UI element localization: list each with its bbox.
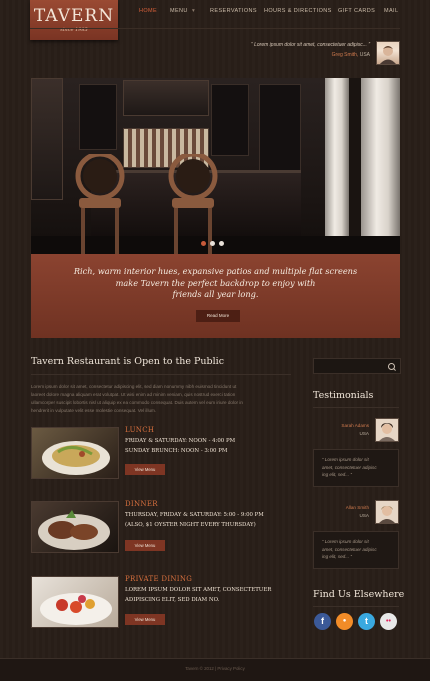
brand-name: TAVERN (33, 6, 115, 26)
footer: Tavern © 2012 | Privacy Policy (0, 658, 430, 681)
nav-mail[interactable]: MAIL (384, 8, 398, 14)
card-line: SUNDAY BRUNCH: NOON - 3:00 PM (125, 448, 228, 454)
header-testimonial-quote: “ Lorem ipsum dolor sit amet, consectetu… (251, 42, 370, 48)
testimonial-quote: “ Lorem ipsum dolor sit amet, consectetue… (313, 449, 399, 487)
hero-caption: Rich, warm interior hues, expansive pati… (31, 254, 400, 338)
sidebar-divider (313, 407, 399, 408)
slider-pagination (201, 241, 231, 249)
lunch-image (31, 427, 119, 479)
header-testimonial-author: Greg Smith, USA (331, 52, 370, 58)
private-dining-image (31, 576, 119, 628)
flickr-icon[interactable]: •• (380, 613, 397, 630)
card-heading: DINNER (125, 500, 158, 508)
card-heading: PRIVATE DINING (125, 575, 193, 583)
view-menu-button[interactable]: View Menu (125, 540, 165, 551)
nav-gift-cards[interactable]: GIFT CARDS (338, 8, 375, 14)
twitter-icon[interactable]: t (358, 613, 375, 630)
card-line: LOREM IPSUM DOLOR SIT AMET, CONSECTETUER (125, 587, 272, 593)
card-line: ADIPISCING ELIT, SED DIAM NO. (125, 597, 220, 603)
avatar (375, 418, 399, 442)
main-nav: HOME MENU ▾ RESERVATIONS HOURS & DIRECTI… (132, 8, 422, 22)
slider-dot[interactable] (219, 241, 224, 246)
testimonial-quote: “ Lorem ipsum dolor sit amet, consectetue… (313, 531, 399, 569)
hero-image (31, 78, 400, 254)
card-line: THURSDAY, FRIDAY & SATURDAY: 5:00 - 9:00… (125, 512, 264, 518)
testimonial-location: USA (359, 431, 369, 436)
rss-icon[interactable]: ● (336, 613, 353, 630)
avatar (375, 500, 399, 524)
nav-reservations[interactable]: RESERVATIONS (210, 8, 257, 14)
view-menu-button[interactable]: View Menu (125, 614, 165, 625)
sidebar-divider (313, 606, 399, 607)
footer-text: Tavern © 2012 | Privacy Policy (185, 666, 245, 671)
logo[interactable]: TAVERN since 1985 (30, 0, 118, 40)
avatar (376, 41, 400, 65)
slider-dot[interactable] (210, 241, 215, 246)
intro-text: Lorem ipsum dolor sit amet, consectetur … (31, 384, 243, 413)
nav-home[interactable]: HOME (139, 8, 157, 14)
nav-menu[interactable]: MENU (170, 8, 188, 14)
facebook-icon[interactable]: f (314, 613, 331, 630)
nav-divider (30, 28, 400, 29)
testimonial-name: Allan Smith (345, 505, 369, 510)
dinner-image (31, 501, 119, 553)
page-title: Tavern Restaurant is Open to the Public (31, 356, 225, 367)
read-more-button[interactable]: Read More (196, 310, 240, 322)
social-title: Find Us Elsewhere (313, 589, 405, 600)
search-input[interactable] (313, 358, 401, 374)
card-line: FRIDAY & SATURDAY: NOON - 4:00 PM (125, 438, 236, 444)
view-menu-button[interactable]: View Menu (125, 464, 165, 475)
hero-caption-text: Rich, warm interior hues, expansive pati… (73, 266, 358, 299)
testimonial-location: USA (359, 513, 369, 518)
chevron-down-icon[interactable]: ▾ (192, 8, 195, 14)
testimonials-title: Testimonials (313, 390, 374, 401)
testimonial-name: Sarah Adams (341, 423, 369, 428)
nav-hours-directions[interactable]: HOURS & DIRECTIONS (264, 8, 332, 14)
header-testimonial: “ Lorem ipsum dolor sit amet, consectetu… (200, 42, 370, 58)
slider-dot[interactable] (201, 241, 206, 246)
title-divider (31, 374, 291, 375)
search-icon[interactable] (388, 363, 395, 370)
card-heading: LUNCH (125, 426, 155, 434)
card-line: (ALSO, $1 OYSTER NIGHT EVERY THURSDAY) (125, 522, 256, 528)
